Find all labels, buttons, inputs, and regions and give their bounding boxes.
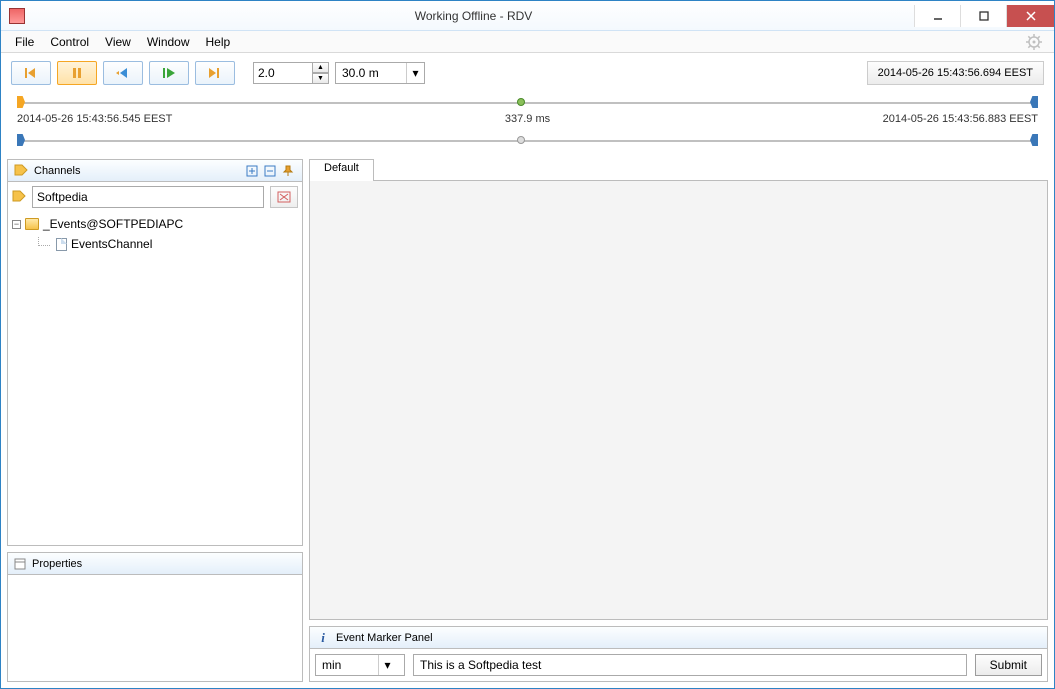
zoom-end-marker[interactable] [1030, 134, 1038, 146]
submit-button[interactable]: Submit [975, 654, 1042, 676]
tree-root-label: _Events@SOFTPEDIAPC [43, 215, 183, 233]
channel-tree: − _Events@SOFTPEDIAPC EventsChannel [12, 214, 298, 254]
search-input[interactable] [32, 186, 264, 208]
current-time-display: 2014-05-26 15:43:56.694 EEST [867, 61, 1044, 85]
pause-button[interactable] [57, 61, 97, 85]
zoom-thumb[interactable] [517, 136, 525, 144]
menu-window[interactable]: Window [139, 32, 198, 52]
range-start-marker[interactable] [17, 96, 25, 108]
timeline-thumb[interactable] [517, 98, 525, 106]
titlebar: Working Offline - RDV [1, 1, 1054, 31]
inner-area: ▲ ▼ ▾ 2014-05-26 15:43:56.694 EEST 2014-… [1, 53, 1054, 688]
clear-search-button[interactable] [270, 186, 298, 208]
tab-content [309, 180, 1048, 620]
tree-collapse-icon[interactable]: − [12, 220, 21, 229]
properties-icon [14, 558, 26, 570]
maximize-button[interactable] [960, 5, 1006, 27]
properties-body [8, 575, 302, 681]
event-marker-panel: i Event Marker Panel ▾ Submit [309, 626, 1048, 682]
timeline-track-global[interactable] [15, 95, 1040, 109]
app-window: Working Offline - RDV File Control View … [0, 0, 1055, 689]
tree-node-child[interactable]: EventsChannel [12, 234, 298, 254]
speed-input[interactable] [253, 62, 313, 84]
menu-help[interactable]: Help [198, 32, 239, 52]
menu-control[interactable]: Control [42, 32, 97, 52]
tree-child-label: EventsChannel [71, 235, 152, 253]
tab-default[interactable]: Default [309, 159, 374, 181]
channels-body: − _Events@SOFTPEDIAPC EventsChannel [8, 182, 302, 545]
zoom-start-marker[interactable] [17, 134, 25, 146]
range-input[interactable] [336, 63, 406, 83]
channels-header: Channels [8, 160, 302, 182]
window-title: Working Offline - RDV [33, 9, 914, 23]
properties-panel: Properties [7, 552, 303, 682]
window-controls [914, 5, 1054, 27]
chevron-down-icon[interactable]: ▾ [378, 655, 396, 675]
collapse-all-icon[interactable] [262, 163, 278, 179]
range-end-marker[interactable] [1030, 96, 1038, 108]
step-back-button[interactable] [103, 61, 143, 85]
timeline-area: 2014-05-26 15:43:56.545 EEST 337.9 ms 20… [7, 91, 1048, 155]
folder-icon [25, 218, 39, 230]
gear-icon[interactable] [1026, 34, 1042, 50]
event-unit-select[interactable]: ▾ [315, 654, 405, 676]
menu-view[interactable]: View [97, 32, 139, 52]
timeline-duration-label: 337.9 ms [505, 113, 550, 125]
chevron-down-icon[interactable]: ▾ [406, 63, 424, 83]
info-icon: i [316, 630, 330, 646]
menubar: File Control View Window Help [1, 31, 1054, 53]
speed-down-icon[interactable]: ▼ [313, 73, 329, 84]
tab-bar: Default [309, 159, 1048, 181]
range-combo[interactable]: ▾ [335, 62, 425, 84]
side-column: Channels [7, 159, 303, 682]
timeline-track-zoom[interactable] [15, 133, 1040, 147]
timeline-start-label: 2014-05-26 15:43:56.545 EEST [17, 113, 172, 125]
filter-icon [12, 190, 26, 204]
timeline-end-label: 2014-05-26 15:43:56.883 EEST [883, 113, 1038, 125]
close-button[interactable] [1006, 5, 1054, 27]
channels-icon [14, 164, 28, 178]
speed-spinner[interactable]: ▲ ▼ [253, 62, 329, 84]
expand-all-icon[interactable] [244, 163, 260, 179]
event-marker-title: Event Marker Panel [336, 632, 433, 644]
play-button[interactable] [149, 61, 189, 85]
event-unit-input[interactable] [316, 658, 378, 672]
center-column: Default i Event Marker Panel ▾ [309, 159, 1048, 682]
channels-title: Channels [34, 165, 80, 177]
speed-up-icon[interactable]: ▲ [313, 62, 329, 73]
playback-toolbar: ▲ ▼ ▾ 2014-05-26 15:43:56.694 EEST [7, 59, 1048, 87]
tree-node-root[interactable]: − _Events@SOFTPEDIAPC [12, 214, 298, 234]
app-icon [9, 8, 25, 24]
event-marker-header: i Event Marker Panel [310, 627, 1047, 649]
main-split: Channels [7, 159, 1048, 682]
properties-header: Properties [8, 553, 302, 575]
seek-start-button[interactable] [11, 61, 51, 85]
pin-icon[interactable] [280, 163, 296, 179]
seek-end-button[interactable] [195, 61, 235, 85]
menu-file[interactable]: File [7, 32, 42, 52]
search-field[interactable] [37, 190, 259, 204]
file-icon [56, 238, 67, 251]
event-text-input[interactable] [413, 654, 967, 676]
channels-panel: Channels [7, 159, 303, 546]
minimize-button[interactable] [914, 5, 960, 27]
event-marker-body: ▾ Submit [310, 649, 1047, 681]
time-labels: 2014-05-26 15:43:56.545 EEST 337.9 ms 20… [15, 113, 1040, 129]
properties-title: Properties [32, 558, 82, 570]
